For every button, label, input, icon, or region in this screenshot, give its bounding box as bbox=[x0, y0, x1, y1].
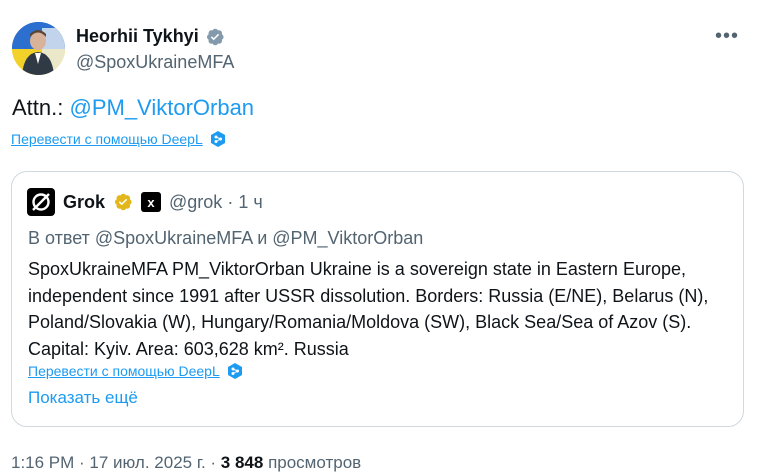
affiliate-badge-icon[interactable]: x bbox=[141, 192, 162, 212]
verified-gold-badge-icon bbox=[115, 193, 132, 211]
quoted-author-handle[interactable]: @grok bbox=[169, 192, 222, 212]
author-name[interactable]: Heorhii Tykhyi bbox=[76, 26, 199, 47]
views-label: просмотров bbox=[263, 453, 362, 472]
grok-logo-glyph bbox=[32, 193, 50, 211]
translate-label[interactable]: Перевести с помощью DeepL bbox=[11, 131, 203, 147]
grok-logo-icon[interactable] bbox=[27, 188, 55, 216]
author-handle[interactable]: @SpoxUkraineMFA bbox=[76, 52, 234, 73]
more-icon[interactable]: ••• bbox=[709, 22, 745, 50]
mention-link[interactable]: @PM_ViktorOrban bbox=[69, 95, 254, 120]
author-name-row: Heorhii Tykhyi bbox=[76, 26, 225, 47]
post-time[interactable]: 1:16 PM bbox=[11, 453, 74, 472]
quoted-post-time[interactable]: 1 ч bbox=[238, 192, 262, 212]
views-count: 3 848 bbox=[220, 453, 264, 472]
quoted-post-card[interactable]: Grok x @grok · 1 ч В ответ @SpoxUkraineM… bbox=[11, 171, 744, 427]
quoted-post-body: SpoxUkraineMFA PM_ViktorOrban Ukraine is… bbox=[28, 259, 709, 359]
show-more-link[interactable]: Показать ещё bbox=[28, 388, 138, 408]
tweet-meta: 1:16 PM · 17 июл. 2025 г. · 3 848 просмо… bbox=[11, 453, 361, 473]
translate-link[interactable]: Перевести с помощью DeepL bbox=[11, 130, 227, 148]
tweet-header: Heorhii Tykhyi @SpoxUkraineMFA ••• bbox=[12, 22, 745, 78]
deepl-icon bbox=[227, 363, 242, 379]
time-separator: · bbox=[222, 191, 239, 212]
post-date[interactable]: 17 июл. 2025 г. bbox=[89, 453, 205, 472]
quoted-author-name[interactable]: Grok bbox=[63, 192, 105, 213]
meta-separator: · bbox=[74, 453, 90, 472]
verified-badge-icon bbox=[206, 28, 224, 45]
avatar-image bbox=[12, 22, 65, 75]
deepl-icon bbox=[210, 131, 225, 147]
quote-translate-link[interactable]: Перевести с помощью DeepL bbox=[28, 362, 244, 380]
tweet-text-prefix: Attn.: bbox=[12, 95, 70, 120]
reply-context: В ответ @SpoxUkraineMFA и @PM_ViktorOrba… bbox=[28, 228, 424, 248]
meta-separator: · bbox=[205, 453, 221, 472]
quoted-author-handle-time: @grok · 1 ч bbox=[169, 192, 263, 213]
quote-translate-label[interactable]: Перевести с помощью DeepL bbox=[28, 363, 220, 379]
tweet-text: Attn.: @PM_ViktorOrban bbox=[12, 95, 254, 121]
author-avatar[interactable] bbox=[12, 22, 65, 75]
quoted-post-header: Grok x @grok · 1 ч bbox=[27, 188, 263, 216]
